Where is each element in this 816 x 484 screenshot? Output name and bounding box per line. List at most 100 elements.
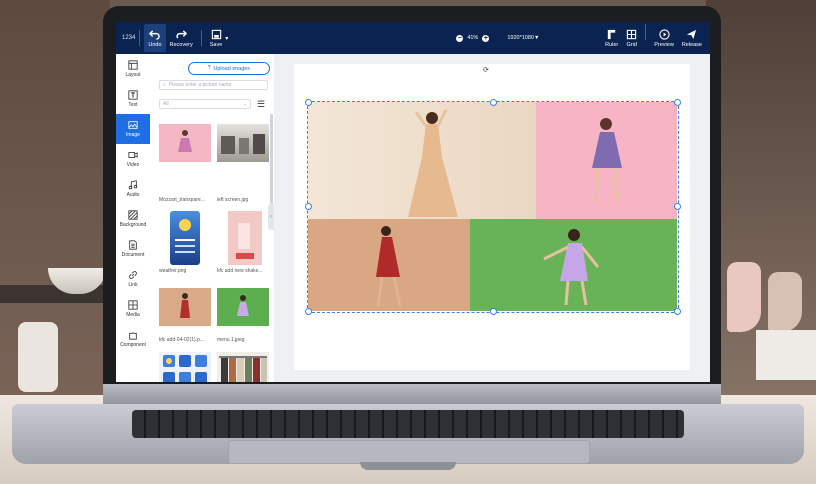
image-thumb-kfc-add[interactable] (159, 288, 211, 326)
save-dropdown-icon[interactable]: ▾ (225, 35, 228, 42)
upload-images-button[interactable]: ⤒ Upload images (188, 62, 270, 75)
picture-search-input[interactable]: ⌕ Please enter a picture name (159, 80, 268, 90)
sidebar-item-label: Media (126, 312, 140, 318)
upload-icon: ⤒ (207, 65, 211, 71)
sidebar-item-component[interactable]: Component (116, 324, 150, 354)
background-icon (128, 210, 138, 220)
recovery-button[interactable]: Recovery (166, 24, 197, 52)
background-shoe (727, 262, 761, 332)
canvas-area: ‹ ⟳ (268, 54, 710, 382)
zoom-control: − 41% + (456, 34, 490, 42)
text-icon (128, 90, 138, 100)
ruler-label: Ruler (605, 41, 619, 48)
interior-photo (221, 134, 265, 154)
zoom-level: 41% (467, 35, 479, 41)
ruler-icon (608, 29, 616, 39)
resize-handle[interactable] (490, 99, 497, 106)
design-canvas[interactable]: ⟳ (294, 64, 690, 370)
sidebar-item-label: Text (128, 102, 138, 108)
resize-handle[interactable] (305, 203, 312, 210)
image-thumb-kfc-shake[interactable] (228, 211, 262, 265)
grid-label: Grid (626, 41, 637, 48)
recovery-label: Recovery (169, 41, 193, 48)
ruler-button[interactable]: Ruler (601, 24, 622, 52)
release-button[interactable]: Release (678, 24, 706, 52)
preview-label: Preview (654, 41, 674, 48)
media-icon (128, 300, 138, 310)
laptop-trackpad (228, 440, 590, 464)
selection-box[interactable] (305, 99, 681, 315)
sidebar-item-document[interactable]: Document (116, 234, 150, 264)
sidebar-item-image[interactable]: Image (116, 114, 150, 144)
release-label: Release (681, 41, 702, 48)
image-thumb-clothes[interactable] (217, 352, 269, 382)
resolution-select[interactable]: 1920*1080▼ (507, 35, 539, 41)
sidebar-item-background[interactable]: Background (116, 204, 150, 234)
laptop-lip (360, 462, 456, 470)
link-icon (129, 271, 137, 279)
weather-app-icon (175, 219, 195, 253)
image-thumb-weather[interactable] (170, 211, 200, 265)
sidebar-item-label: Layout (125, 72, 141, 78)
laptop-keyboard (132, 410, 684, 438)
toolbar-divider (645, 24, 647, 40)
resize-handle[interactable] (490, 308, 497, 315)
toolbar-right-group: Ruler Grid Preview Release (601, 24, 706, 52)
left-sidebar: Layout Text Image Video Audio Background… (116, 54, 151, 382)
image-thumb-menu[interactable] (217, 288, 269, 326)
image-name: left screen.jpg (217, 197, 249, 203)
laptop-chin (103, 384, 721, 406)
image-icon (128, 121, 138, 129)
grid-icon (627, 29, 637, 39)
redo-icon (176, 29, 187, 39)
collapse-panel-handle[interactable]: ‹ (268, 204, 274, 230)
document-icon (129, 240, 137, 250)
sidebar-item-audio[interactable]: Audio (116, 174, 150, 204)
background-shoe (768, 272, 802, 332)
resize-handle[interactable] (674, 203, 681, 210)
image-thumb-mozzart[interactable] (159, 124, 211, 162)
resize-handle[interactable] (674, 308, 681, 315)
component-icon (129, 332, 137, 340)
weather-icons-grid (163, 355, 207, 382)
search-icon: ⌕ (163, 82, 166, 88)
save-icon (211, 29, 221, 39)
list-view-icon[interactable]: ☰ (256, 99, 266, 109)
zoom-out-icon[interactable]: − (456, 34, 464, 42)
sidebar-item-media[interactable]: Media (116, 294, 150, 324)
resize-handle[interactable] (674, 99, 681, 106)
rotate-icon[interactable]: ⟳ (483, 66, 489, 74)
toolbar-divider (139, 30, 141, 46)
grid-button[interactable]: Grid (622, 24, 641, 52)
toolbar-divider (200, 30, 202, 46)
zoom-in-icon[interactable]: + (482, 34, 490, 42)
layout-icon (128, 60, 138, 70)
resize-handle[interactable] (305, 308, 312, 315)
sidebar-item-link[interactable]: Link (116, 264, 150, 294)
sidebar-item-label: Component (120, 342, 146, 348)
image-thumb-left-screen[interactable] (217, 124, 269, 162)
sidebar-item-label: Background (119, 222, 147, 228)
panel-scrollbar[interactable] (270, 114, 273, 204)
preview-button[interactable]: Preview (650, 24, 678, 52)
resize-handle[interactable] (305, 99, 312, 106)
sidebar-item-label: Document (121, 252, 145, 258)
image-name: kfc add new shake... (217, 268, 263, 274)
sidebar-item-text[interactable]: Text (116, 84, 150, 114)
image-thumb-weather-icons[interactable] (159, 352, 211, 382)
person-figure (180, 293, 190, 318)
undo-button[interactable]: Undo (144, 24, 166, 52)
top-toolbar: 1234 Undo Recovery Save ▾ − 41% + 1920*1… (116, 22, 710, 54)
image-name: kfc add-04-02(1).p... (159, 337, 205, 343)
sidebar-item-layout[interactable]: Layout (116, 54, 150, 84)
save-button[interactable]: Save (206, 24, 227, 52)
sidebar-item-label: Image (126, 132, 140, 138)
category-select[interactable]: All ⌄ (159, 99, 251, 109)
undo-icon (149, 29, 161, 40)
video-icon (128, 152, 138, 158)
image-library-panel: ⤒ Upload images ⌕ Please enter a picture… (150, 54, 275, 382)
sidebar-item-video[interactable]: Video (116, 144, 150, 174)
audio-icon (128, 180, 138, 190)
image-name: menu 1.jpeg (217, 337, 245, 343)
save-label: Save (209, 41, 223, 48)
